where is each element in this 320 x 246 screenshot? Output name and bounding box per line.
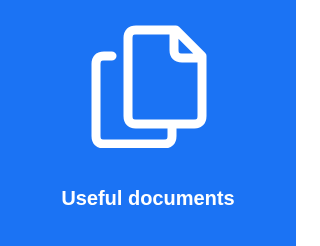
useful-documents-tile[interactable]: Useful documents	[0, 0, 296, 246]
tile-label: Useful documents	[61, 188, 235, 210]
documents-copy-icon	[90, 24, 210, 148]
